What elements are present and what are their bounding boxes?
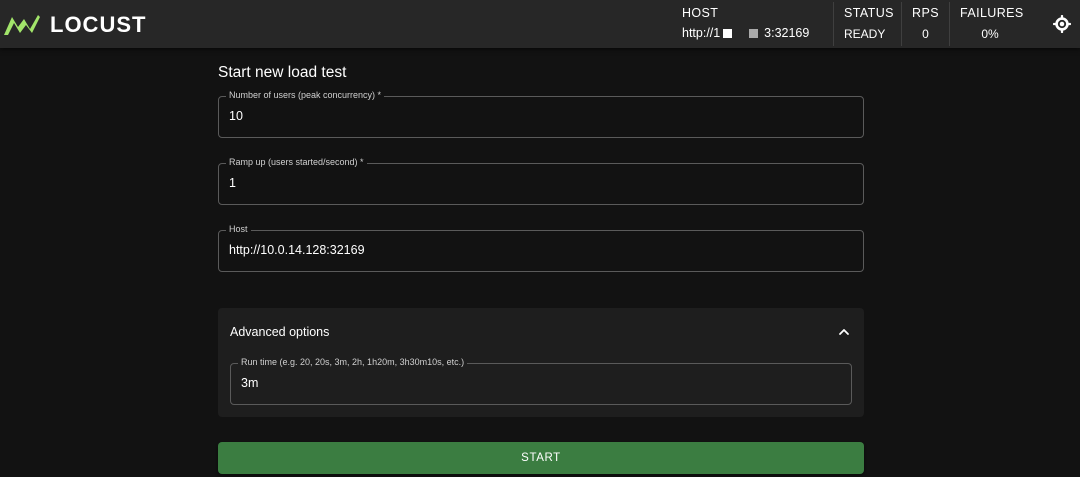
logo-text: LOCUST <box>50 12 147 37</box>
stat-host: HOST http://1 3:32169 <box>672 2 834 46</box>
header-stats: HOST http://1 3:32169 STATUS READY RPS 0… <box>672 0 1030 48</box>
stat-host-value: http://1 3:32169 <box>682 26 810 40</box>
users-input[interactable] <box>229 109 849 123</box>
locust-logo[interactable]: LOCUST <box>2 12 146 38</box>
redacted-block <box>723 29 733 39</box>
host-input[interactable] <box>229 243 849 257</box>
stat-host-label: HOST <box>682 6 719 20</box>
ramp-up-field-label: Ramp up (users started/second) * <box>226 157 367 167</box>
stat-failures-label: FAILURES <box>960 6 1024 20</box>
advanced-options-toggle[interactable]: Advanced options <box>218 308 864 356</box>
run-time-input[interactable] <box>241 376 841 390</box>
advanced-options-panel: Advanced options Run time (e.g. 20, 20s,… <box>218 308 864 417</box>
stat-rps: RPS 0 <box>902 2 950 46</box>
app-header: LOCUST HOST http://1 3:32169 STATUS READ… <box>0 0 1080 48</box>
stat-status-label: STATUS <box>844 6 894 20</box>
run-time-field[interactable]: Run time (e.g. 20, 20s, 3m, 2h, 1h20m, 3… <box>230 357 852 405</box>
advanced-options-title: Advanced options <box>230 325 330 339</box>
host-field[interactable]: Host <box>218 224 864 272</box>
start-button[interactable]: START <box>218 442 864 474</box>
sun-icon <box>1053 15 1071 33</box>
form-title: Start new load test <box>218 64 347 81</box>
stat-failures-value: 0% <box>981 27 999 41</box>
users-field[interactable]: Number of users (peak concurrency) * <box>218 90 864 138</box>
run-time-field-label: Run time (e.g. 20, 20s, 3m, 2h, 1h20m, 3… <box>238 357 468 367</box>
start-test-form: Start new load test Number of users (pea… <box>218 56 864 474</box>
chevron-up-icon <box>839 329 849 335</box>
stat-rps-label: RPS <box>912 6 939 20</box>
locust-logo-icon <box>4 15 40 35</box>
ramp-up-input[interactable] <box>229 176 849 190</box>
stat-status-value: READY <box>844 27 886 41</box>
redacted-block <box>748 29 758 39</box>
stat-failures: FAILURES 0% <box>950 2 1030 46</box>
stat-status: STATUS READY <box>834 2 902 46</box>
host-field-label: Host <box>226 224 251 234</box>
theme-toggle-button[interactable] <box>1050 12 1074 36</box>
ramp-up-field[interactable]: Ramp up (users started/second) * <box>218 157 864 205</box>
users-field-label: Number of users (peak concurrency) * <box>226 90 385 100</box>
stat-rps-value: 0 <box>922 27 929 41</box>
